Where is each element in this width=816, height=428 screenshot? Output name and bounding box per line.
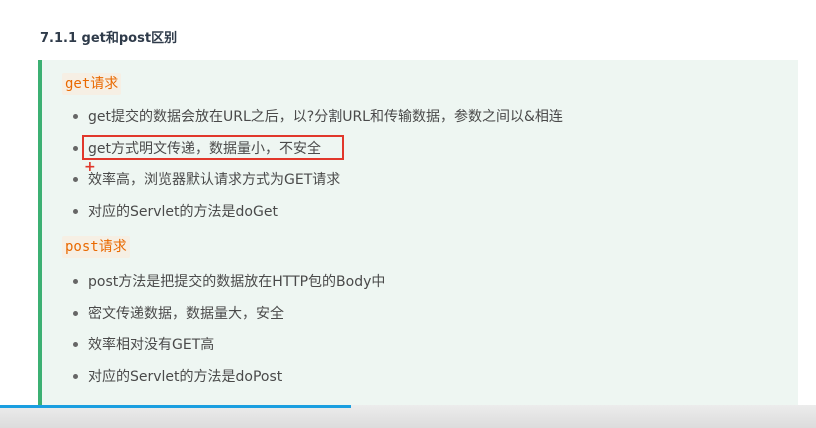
list-item: 效率高，浏览器默认请求方式为GET请求 (42, 169, 563, 201)
post-request-list: post方法是把提交的数据放在HTTP包的Body中 密文传递数据，数据量大，安… (42, 271, 385, 397)
get-request-heading: get请求 (62, 73, 122, 95)
bullet-icon (73, 177, 78, 182)
list-item-text: post方法是把提交的数据放在HTTP包的Body中 (88, 274, 386, 290)
list-item-text: 效率相对没有GET高 (88, 337, 215, 353)
comparison-callout: get请求 get提交的数据会放在URL之后，以?分割URL和传输数据，参数之间… (38, 60, 798, 406)
list-item-text: 对应的Servlet的方法是doGet (88, 203, 278, 220)
video-control-bar[interactable] (0, 405, 816, 428)
post-request-heading: post请求 (62, 236, 130, 258)
section-title: 7.1.1 get和post区别 (40, 31, 178, 46)
list-item: get提交的数据会放在URL之后，以?分割URL和传输数据，参数之间以&相连 (42, 106, 563, 138)
list-item-text: get方式明文传递，数据量小，不安全 (88, 140, 321, 157)
list-item-text: 效率高，浏览器默认请求方式为GET请求 (88, 172, 341, 188)
bullet-icon (73, 114, 78, 119)
list-item: post方法是把提交的数据放在HTTP包的Body中 (42, 271, 385, 303)
crosshair-cursor-icon: + (84, 159, 96, 175)
list-item-text: get提交的数据会放在URL之后，以?分割URL和传输数据，参数之间以&相连 (88, 109, 563, 125)
list-item-text: 密文传递数据，数据量大，安全 (88, 305, 284, 322)
bullet-icon (73, 208, 78, 214)
list-item: 对应的Servlet的方法是doGet (42, 201, 563, 233)
get-request-list: get提交的数据会放在URL之后，以?分割URL和传输数据，参数之间以&相连 g… (42, 106, 563, 232)
list-item: get方式明文传递，数据量小，不安全 (42, 138, 563, 170)
bullet-icon (73, 279, 78, 284)
bullet-icon (73, 145, 78, 151)
bullet-icon (73, 342, 78, 347)
bullet-icon (73, 310, 78, 316)
video-progress-bar[interactable] (0, 405, 351, 408)
bullet-icon (73, 373, 78, 379)
list-item: 密文传递数据，数据量大，安全 (42, 303, 385, 335)
list-item-text: 对应的Servlet的方法是doPost (88, 368, 283, 385)
list-item: 对应的Servlet的方法是doPost (42, 366, 385, 398)
list-item: 效率相对没有GET高 (42, 334, 385, 366)
